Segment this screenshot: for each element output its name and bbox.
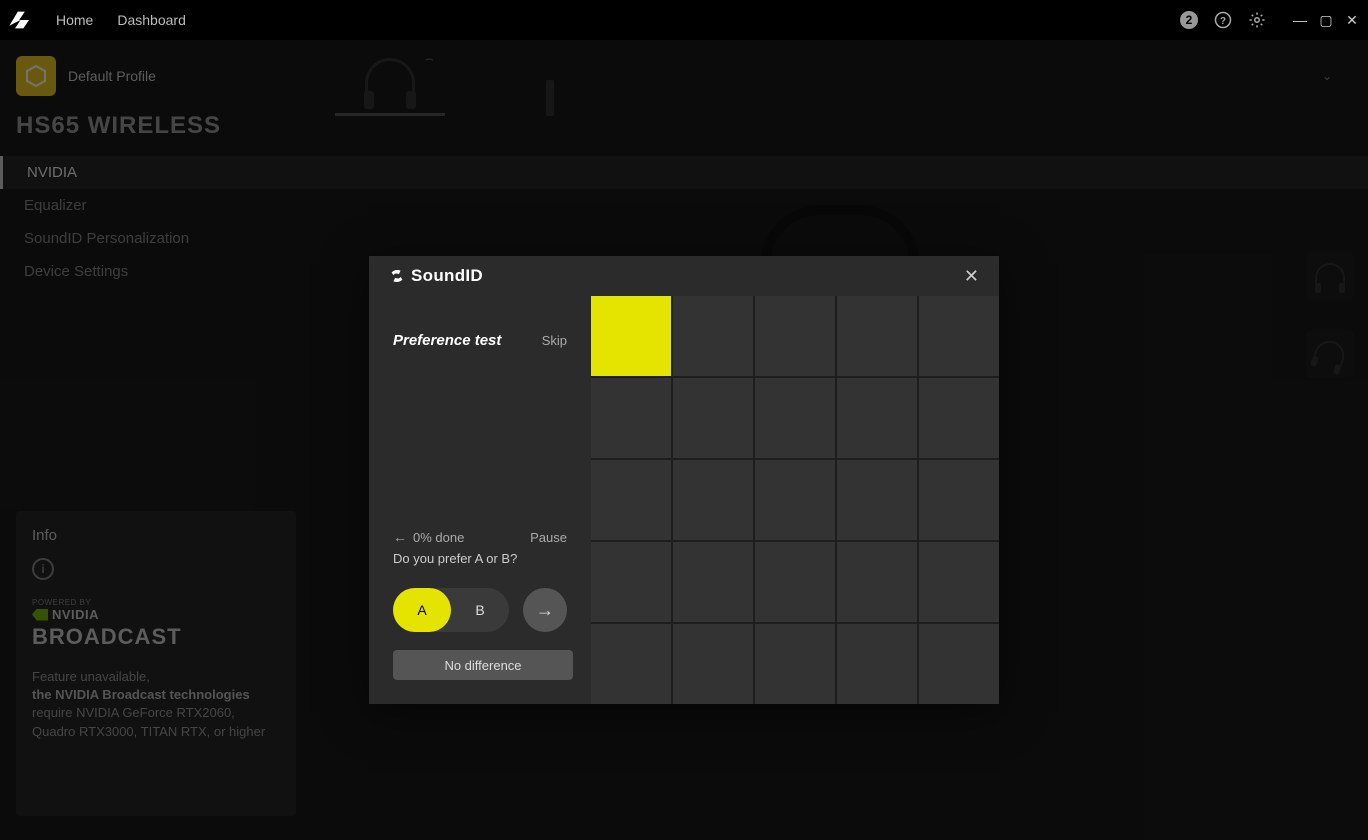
progress-row: ← 0% done Pause [393, 529, 567, 545]
next-button[interactable]: → [523, 588, 567, 632]
grid-cell[interactable] [837, 460, 917, 540]
grid-cell[interactable] [591, 460, 671, 540]
titlebar-left: Home Dashboard [8, 10, 186, 30]
grid-cell[interactable] [919, 542, 999, 622]
modal-left-pane: Preference test Skip ← 0% done Pause Do … [369, 256, 591, 704]
window-close-icon[interactable]: ✕ [1344, 12, 1360, 28]
top-nav: Home Dashboard [56, 12, 186, 28]
nav-dashboard[interactable]: Dashboard [117, 12, 186, 28]
titlebar-right: 2 ? — ▢ ✕ [1180, 11, 1360, 29]
grid-cell[interactable] [755, 542, 835, 622]
grid-cell[interactable] [673, 296, 753, 376]
grid-cell[interactable] [755, 460, 835, 540]
grid-cell[interactable] [919, 296, 999, 376]
grid-cell[interactable] [755, 296, 835, 376]
preference-test-title: Preference test [393, 332, 501, 349]
help-icon[interactable]: ? [1214, 11, 1232, 29]
grid-cell[interactable] [837, 542, 917, 622]
nav-home[interactable]: Home [56, 12, 93, 28]
grid-cell[interactable] [591, 624, 671, 704]
modal-close-icon[interactable]: ✕ [964, 266, 979, 287]
pause-button[interactable]: Pause [530, 530, 567, 545]
notifications-badge[interactable]: 2 [1180, 11, 1198, 29]
soundid-modal: SoundID ✕ Preference test Skip ← 0% done… [369, 256, 999, 704]
grid-cell[interactable] [673, 624, 753, 704]
ab-toggle: A B [393, 588, 509, 632]
no-difference-button[interactable]: No difference [393, 650, 573, 680]
preference-question: Do you prefer A or B? [393, 551, 567, 566]
grid-cell[interactable] [591, 296, 671, 376]
grid-cell[interactable] [591, 542, 671, 622]
settings-gear-icon[interactable] [1248, 11, 1266, 29]
main-area: Default Profile ⌄ ⌢ HS65 WIRELESS NVIDIA… [0, 40, 1368, 840]
ab-row: A B → [393, 588, 567, 632]
pref-header-row: Preference test Skip [393, 332, 567, 349]
window-controls: — ▢ ✕ [1292, 12, 1360, 28]
grid-cell[interactable] [673, 460, 753, 540]
grid-cell[interactable] [673, 378, 753, 458]
window-maximize-icon[interactable]: ▢ [1318, 12, 1334, 28]
grid-cell[interactable] [673, 542, 753, 622]
grid-cell[interactable] [755, 624, 835, 704]
skip-button[interactable]: Skip [542, 333, 567, 348]
grid-cell[interactable] [591, 378, 671, 458]
grid-cell[interactable] [919, 378, 999, 458]
back-arrow-icon[interactable]: ← [393, 529, 407, 545]
grid-cell[interactable] [837, 624, 917, 704]
grid-cell[interactable] [837, 378, 917, 458]
grid-cell[interactable] [919, 460, 999, 540]
window-minimize-icon[interactable]: — [1292, 12, 1308, 28]
preference-grid [591, 296, 999, 704]
svg-text:?: ? [1220, 16, 1226, 27]
option-b-button[interactable]: B [451, 588, 509, 632]
grid-cell[interactable] [837, 296, 917, 376]
option-a-button[interactable]: A [393, 588, 451, 632]
corsair-logo-icon [8, 10, 36, 30]
progress-label: 0% done [413, 530, 464, 545]
grid-cell[interactable] [919, 624, 999, 704]
grid-cell[interactable] [755, 378, 835, 458]
title-bar: Home Dashboard 2 ? — ▢ ✕ [0, 0, 1368, 40]
